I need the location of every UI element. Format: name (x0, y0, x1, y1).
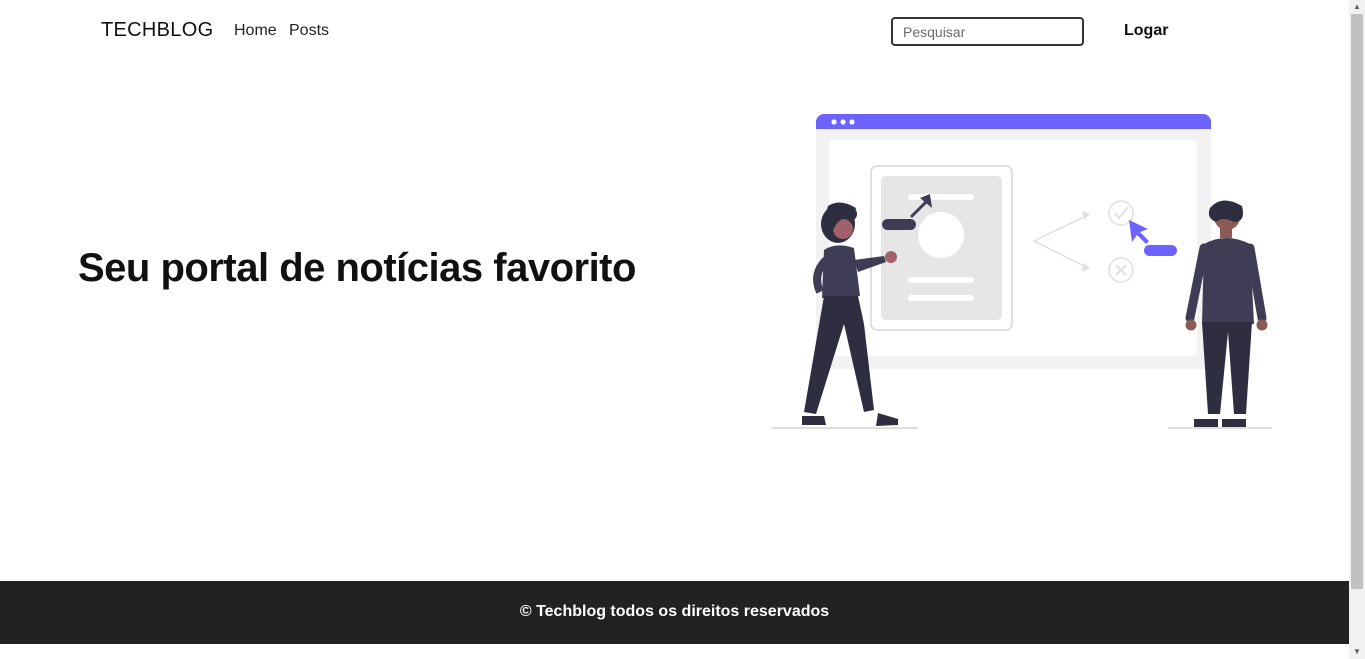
footer-copyright: © Techblog todos os direitos reservados (519, 603, 830, 620)
page: TECHBLOG Home Posts Logar Seu portal de … (0, 0, 1349, 659)
nav-link-home[interactable]: Home (234, 22, 277, 40)
profile-card-graphic (870, 165, 1013, 331)
dark-pill-graphic (882, 219, 916, 230)
hero-illustration (772, 114, 1272, 429)
scrollbar-thumb[interactable] (1351, 14, 1363, 589)
scroll-up-arrow-icon[interactable]: ▲ (1349, 0, 1365, 14)
search-input[interactable] (891, 17, 1084, 46)
footer: © Techblog todos os direitos reservados (0, 581, 1349, 644)
navbar: TECHBLOG Home Posts Logar (0, 0, 1349, 64)
vertical-scrollbar[interactable]: ▲ ▼ (1349, 0, 1365, 659)
accent-pill-graphic (1144, 245, 1177, 256)
login-link[interactable]: Logar (1124, 22, 1168, 40)
hero-title: Seu portal de notícias favorito (78, 246, 636, 290)
nav-link-posts[interactable]: Posts (289, 22, 329, 40)
brand-logo[interactable]: TECHBLOG (101, 19, 213, 42)
scroll-down-arrow-icon[interactable]: ▼ (1349, 645, 1365, 659)
